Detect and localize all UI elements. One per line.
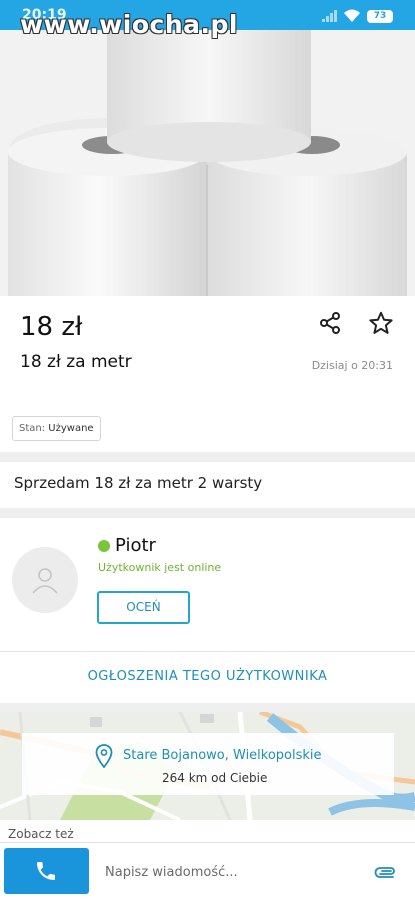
user-icon [32,568,58,594]
star-icon[interactable] [368,310,394,336]
seller-name: Piotr [115,535,156,556]
share-icon[interactable] [318,311,342,335]
call-button[interactable] [4,848,89,894]
section-divider [0,452,415,462]
online-status-dot [98,540,110,552]
listing-description: Sprzedam 18 zł za metr 2 warsty [14,474,263,492]
signal-icon [322,10,337,22]
listing-title: 18 zł za metr [20,352,132,372]
section-divider [0,508,415,518]
rate-button[interactable]: OCEŃ [97,591,190,624]
condition-badge: Stan: Używane [12,416,101,441]
condition-label: Stan: [19,423,46,434]
location-card [22,733,394,795]
listing-date: Dzisiaj o 20:31 [311,359,393,372]
location-name: Stare Bojanowo, Wielkopolskie [123,748,322,763]
battery-icon: 73 [367,10,393,23]
phone-icon [37,862,55,880]
watermark-logo: www.wiocha.pl [20,10,238,39]
attachment-icon[interactable] [374,863,398,879]
listing-price: 18 zł [20,312,83,342]
location-pin-icon [95,744,113,768]
message-input[interactable] [105,861,355,883]
seller-ads-link[interactable]: OGŁOSZENIA TEGO UŻYTKOWNIKA [0,651,415,703]
section-divider [0,703,415,712]
avatar[interactable] [12,547,78,613]
condition-value: Używane [48,423,94,434]
seller-online-status: Użytkownik jest online [98,561,222,574]
product-photo[interactable] [0,30,415,296]
wifi-icon [344,9,360,22]
see-also-heading: Zobacz też [8,827,74,841]
location-distance: 264 km od Ciebie [162,771,268,785]
toilet-paper-image [0,30,415,296]
